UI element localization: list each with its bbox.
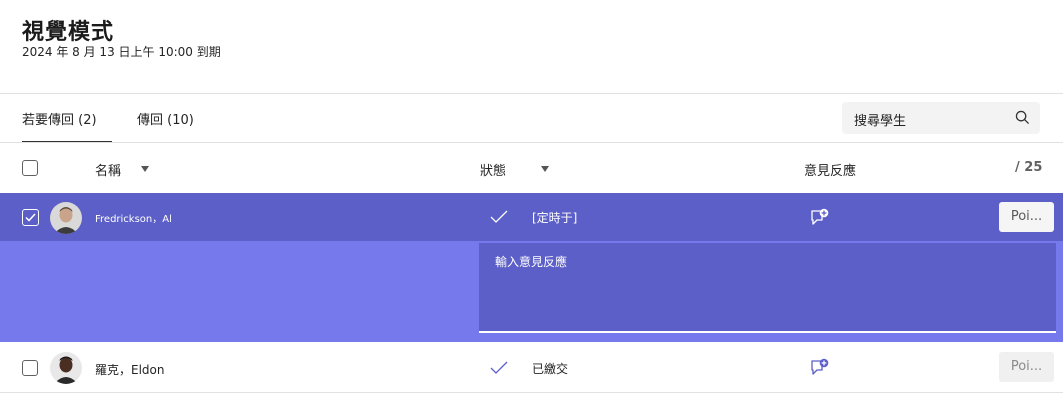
tab-returned[interactable]: 傳回 (10) [137,109,194,128]
search-placeholder: 搜尋學生 [854,114,907,129]
points-input[interactable]: Poi... [999,352,1054,382]
select-all-checkbox[interactable] [22,160,38,176]
divider [0,142,1063,143]
check-icon [25,213,36,222]
check-icon [490,210,508,223]
feedback-input[interactable]: 輸入意見反應 [479,243,1056,333]
column-status-header[interactable]: 狀態 [480,160,506,179]
add-feedback-icon[interactable] [810,208,830,226]
row-checkbox[interactable] [22,360,38,376]
avatar [50,202,82,234]
student-name[interactable]: Fredrickson，Al [95,210,172,225]
divider [0,392,1063,393]
status-text: [定時于] [532,211,578,225]
column-feedback-header: 意見反應 [804,164,857,179]
check-icon [490,361,508,374]
chevron-down-icon[interactable] [141,166,149,172]
search-input[interactable]: 搜尋學生 [842,102,1040,134]
status-text: 已繳交 [532,362,569,376]
add-feedback-icon[interactable] [810,358,830,376]
tab-to-return[interactable]: 若要傳回 (2) [22,109,97,128]
divider [0,93,1063,94]
avatar [50,352,82,384]
column-points-header: / 25 [1015,160,1043,175]
due-date: 2024 年 8 月 13 日上午 10:00 到期 [22,45,221,59]
column-name-header[interactable]: 名稱 [95,160,121,179]
page-title: 視覺模式 [22,20,115,45]
points-input[interactable]: Poi... [999,202,1054,232]
student-name[interactable]: 羅克，Eldon [95,361,164,378]
row-checkbox-checked[interactable] [22,209,39,226]
feedback-placeholder: 輸入意見反應 [495,255,568,269]
chevron-down-icon[interactable] [541,166,549,172]
search-icon [1015,110,1030,125]
